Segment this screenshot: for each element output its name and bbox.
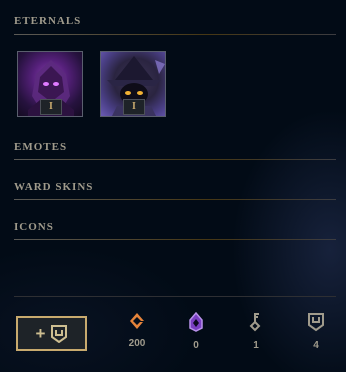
chest-shield-icon xyxy=(308,313,324,332)
ward-skins-divider xyxy=(14,199,336,200)
keys-value: 1 xyxy=(253,340,259,351)
orange-essence-icon xyxy=(130,313,144,329)
keys-counter: 1 xyxy=(236,312,276,356)
mythic-essence-counter: 0 xyxy=(176,312,216,356)
eternals-divider xyxy=(14,34,336,35)
icons-section-title: ICONS xyxy=(14,221,54,233)
loot-collection-panel: ETERNALS I I EMOTES WARD SKINS ICONS + 2… xyxy=(0,0,346,372)
plus-icon: + xyxy=(35,323,46,343)
tier-badge: I xyxy=(123,99,145,115)
emotes-divider xyxy=(14,159,336,160)
footer-divider xyxy=(14,296,336,297)
eternal-tile-1[interactable]: I xyxy=(17,51,83,117)
loot-shield-icon xyxy=(51,324,68,343)
tier-badge: I xyxy=(40,99,62,115)
add-loot-button[interactable]: + xyxy=(16,316,87,351)
eternal-tile-2[interactable]: I xyxy=(100,51,166,117)
chests-counter: 4 xyxy=(296,312,336,356)
mythic-essence-value: 0 xyxy=(193,340,199,351)
icons-divider xyxy=(14,239,336,240)
eternals-section-title: ETERNALS xyxy=(14,15,82,27)
chests-value: 4 xyxy=(313,340,319,351)
ward-skins-section-title: WARD SKINS xyxy=(14,181,94,193)
emotes-section-title: EMOTES xyxy=(14,141,68,153)
mythic-essence-icon xyxy=(189,312,203,332)
orange-essence-counter: 200 xyxy=(117,312,157,356)
orange-essence-value: 200 xyxy=(128,338,146,349)
key-icon xyxy=(249,313,261,332)
